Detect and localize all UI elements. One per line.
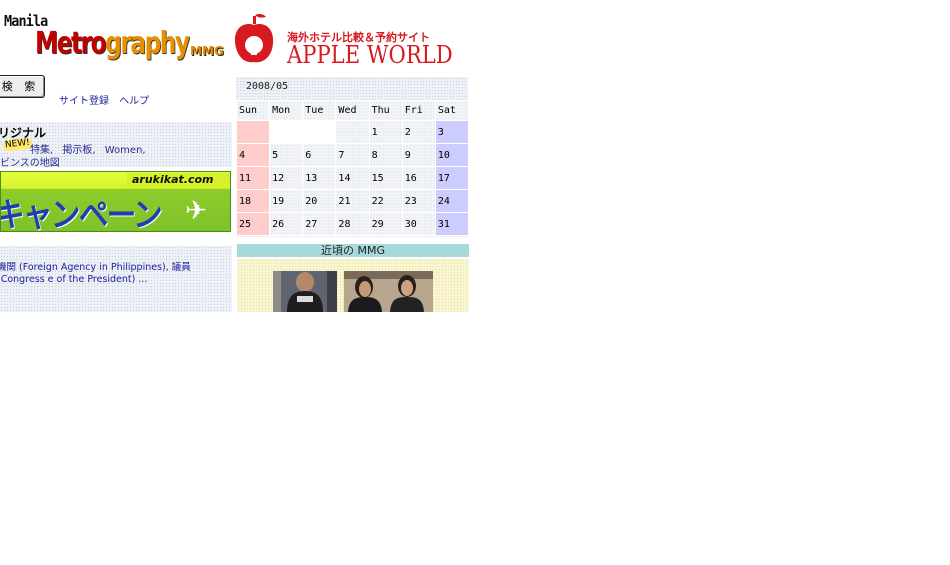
- calendar-day-cell: 21: [335, 189, 370, 213]
- mmg-photo-1[interactable]: [273, 271, 337, 312]
- calendar-month: 2008/05: [246, 81, 289, 92]
- calendar-day-cell: 30: [401, 212, 436, 236]
- calendar-day-header: Mon: [269, 100, 304, 121]
- calendar-day-header: Wed: [335, 100, 370, 121]
- campaign-text: キャンペーン: [0, 195, 163, 232]
- calendar-day-cell: 13: [302, 166, 337, 190]
- calendar-header-row: Sun Mon Tue Wed Thu Fri Sat: [235, 100, 470, 121]
- calendar-day-header: Fri: [401, 100, 436, 121]
- bbs-link[interactable]: 掲示板,: [62, 145, 95, 156]
- calendar-day-cell: 1: [368, 120, 403, 144]
- calendar-day-cell: 4: [235, 143, 271, 167]
- mmg-photo-2[interactable]: [344, 271, 433, 312]
- calendar-day-cell: 8: [368, 143, 403, 167]
- calendar-day-cell: 12: [269, 166, 304, 190]
- calendar-day-cell: 28: [335, 212, 370, 236]
- calendar-day-cell: 14: [335, 166, 370, 190]
- calendar-day-cell: 22: [368, 189, 403, 213]
- calendar-day-cell: 2: [401, 120, 436, 144]
- metrography-logo[interactable]: Metrography: [35, 26, 190, 61]
- agency-links[interactable]: 機関 (Foreign Agency in Philippines), 議員 (…: [0, 262, 229, 286]
- calendar-day-header: Sun: [235, 100, 271, 121]
- calendar-day-cell: 23: [401, 189, 436, 213]
- calendar-week-row: 11 12 13 14 15 16 17: [235, 166, 470, 190]
- calendar-day-cell: 9: [401, 143, 436, 167]
- help-link[interactable]: ヘルプ: [119, 96, 149, 107]
- calendar-day-cell: 26: [269, 212, 304, 236]
- calendar-day-header: Tue: [302, 100, 337, 121]
- calendar-day-cell: 17: [434, 166, 470, 190]
- calendar-day-cell: [335, 120, 370, 144]
- calendar-day-cell: 7: [335, 143, 370, 167]
- calendar-day-cell: [302, 120, 337, 144]
- calendar-week-row: 1 2 3: [235, 120, 470, 144]
- calendar-day-cell: 5: [269, 143, 304, 167]
- calendar-day-cell: 20: [302, 189, 337, 213]
- calendar-day-cell: [235, 120, 271, 144]
- calendar-day-cell: 29: [368, 212, 403, 236]
- calendar-day-cell: 27: [302, 212, 337, 236]
- calendar-day-cell: 19: [269, 189, 304, 213]
- calendar-week-row: 25 26 27 28 29 30 31: [235, 212, 470, 236]
- calendar-day-cell: [269, 120, 304, 144]
- calendar-day-cell: 25: [235, 212, 271, 236]
- calendar-day-cell: 16: [401, 166, 436, 190]
- recent-mmg-header: 近頃の MMG: [237, 244, 469, 257]
- calendar-day-cell: 11: [235, 166, 271, 190]
- search-button[interactable]: 検 索: [0, 75, 45, 98]
- airplane-icon: ✈: [185, 196, 207, 226]
- calendar-week-row: 4 5 6 7 8 9 10: [235, 143, 470, 167]
- search-links: サイト登録 ヘルプ: [59, 92, 156, 107]
- calendar-week-row: 18 19 20 21 22 23 24: [235, 189, 470, 213]
- calendar-day-cell: 31: [434, 212, 470, 236]
- calendar-day-cell: 15: [368, 166, 403, 190]
- calendar-day-cell: 3: [434, 120, 470, 144]
- logo-graphy-text: graphy: [105, 26, 190, 61]
- site-register-link[interactable]: サイト登録: [59, 96, 109, 107]
- calendar-day-cell: 10: [434, 143, 470, 167]
- calendar-day-cell: 18: [235, 189, 271, 213]
- women-link[interactable]: Women,: [105, 145, 146, 156]
- apple-world-name: APPLE WORLD: [287, 41, 453, 69]
- logo-metro-text: Metro: [35, 26, 107, 61]
- apple-icon: [234, 12, 274, 69]
- calendar-day-header: Thu: [368, 100, 403, 121]
- business-map-link[interactable]: ビンスの地図: [0, 154, 60, 169]
- calendar-grid: Sun Mon Tue Wed Thu Fri Sat 1 2 3 4 5 6 …: [235, 100, 470, 236]
- calendar-day-cell: 6: [302, 143, 337, 167]
- arukikata-logo: arukikat.com: [132, 173, 214, 186]
- calendar-day-header: Sat: [434, 100, 470, 121]
- calendar-day-cell: 24: [434, 189, 470, 213]
- campaign-banner[interactable]: arukikat.com キャンペーン ✈: [0, 171, 231, 232]
- logo-mmg-text: MMG: [190, 44, 224, 58]
